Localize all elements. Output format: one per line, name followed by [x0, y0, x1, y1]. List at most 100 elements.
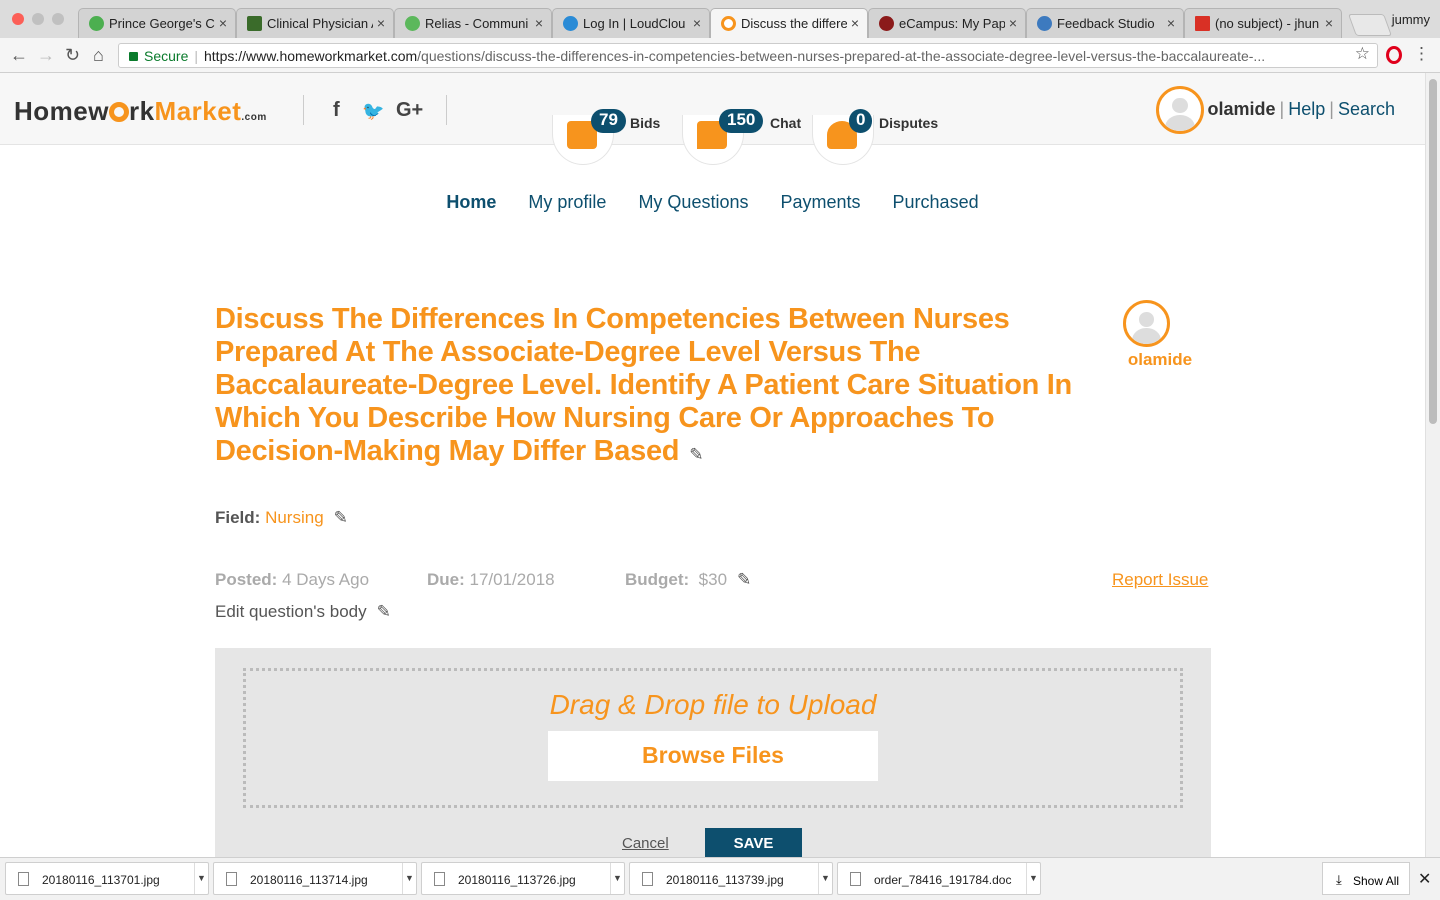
download-item[interactable]: 20180116_113701.jpg ▼	[5, 862, 209, 895]
author-avatar[interactable]	[1123, 300, 1170, 347]
file-icon	[642, 872, 653, 886]
chevron-down-icon[interactable]: ▼	[1026, 863, 1040, 894]
browser-tab[interactable]: Relias - Communi ×	[394, 8, 552, 38]
bids-count-badge: 79	[591, 109, 626, 133]
download-item[interactable]: order_78416_191784.doc ▼	[837, 862, 1041, 895]
download-item[interactable]: 20180116_113714.jpg ▼	[213, 862, 417, 895]
site-logo[interactable]: Homew rkMarket.com	[14, 96, 267, 127]
search-link[interactable]: Search	[1338, 99, 1395, 119]
edit-body-pencil-icon[interactable]: ✎	[377, 602, 391, 622]
browser-tab[interactable]: eCampus: My Pape ×	[868, 8, 1026, 38]
help-link[interactable]: Help	[1288, 99, 1325, 119]
budget-info: Budget: $30 ✎	[625, 570, 752, 590]
nav-home[interactable]: Home	[446, 192, 496, 213]
divider	[446, 95, 447, 125]
scrollbar-thumb[interactable]	[1429, 79, 1437, 424]
lock-icon	[129, 52, 138, 61]
user-avatar[interactable]	[1156, 86, 1204, 134]
chat-count-badge: 150	[719, 109, 764, 133]
edit-title-pencil-icon[interactable]: ✎	[689, 438, 703, 471]
username-link[interactable]: olamide	[1208, 99, 1276, 119]
divider	[303, 95, 304, 125]
browser-tab[interactable]: Prince George's C ×	[78, 8, 236, 38]
report-issue-link[interactable]: Report Issue	[1112, 570, 1208, 590]
logo-lifebuoy-icon	[108, 102, 129, 122]
back-icon[interactable]: ←	[10, 45, 28, 66]
edit-budget-pencil-icon[interactable]: ✎	[737, 570, 751, 590]
tab-favicon-icon	[879, 16, 894, 31]
tab-favicon-icon	[247, 16, 262, 31]
browser-toolbar: ← → ↻ ⌂ Secure | https://www.homeworkmarke…	[0, 38, 1440, 73]
close-window-button[interactable]	[12, 13, 24, 25]
chat-label[interactable]: Chat	[770, 115, 801, 131]
drop-zone-text: Drag & Drop file to Upload	[549, 689, 877, 720]
browser-menu-icon[interactable]: ⋮	[1413, 44, 1430, 64]
main-nav: Home My profile My Questions Payments Purcha…	[0, 192, 1425, 213]
page-scrollbar[interactable]	[1425, 73, 1440, 857]
tab-favicon-icon	[1195, 16, 1210, 31]
browser-tab[interactable]: Clinical Physician A ×	[236, 8, 394, 38]
close-tab-icon[interactable]: ×	[693, 15, 701, 31]
new-tab-button[interactable]	[1347, 14, 1393, 36]
chevron-down-icon[interactable]: ▼	[610, 863, 624, 894]
close-tab-icon[interactable]: ×	[1167, 15, 1175, 31]
file-icon	[434, 872, 445, 886]
edit-field-pencil-icon[interactable]: ✎	[334, 508, 348, 528]
file-drop-zone[interactable]: Drag & Drop file to Upload Browse Files	[243, 668, 1183, 808]
reload-icon[interactable]: ↻	[65, 45, 80, 66]
browser-profile-name[interactable]: jummy	[1392, 12, 1430, 27]
zoom-window-button[interactable]	[52, 13, 64, 25]
close-tab-icon[interactable]: ×	[1325, 15, 1333, 31]
edit-question-body[interactable]: Edit question's body ✎	[215, 602, 391, 622]
chevron-down-icon[interactable]: ▼	[818, 863, 832, 894]
tab-favicon-icon	[563, 16, 578, 31]
disputes-label[interactable]: Disputes	[879, 115, 938, 131]
nav-payments[interactable]: Payments	[780, 192, 860, 213]
browser-tab[interactable]: Feedback Studio ×	[1026, 8, 1184, 38]
user-links: olamide | Help | Search	[1207, 99, 1395, 119]
facebook-icon[interactable]: f	[333, 99, 340, 122]
downloads-bar: 20180116_113701.jpg ▼ 20180116_113714.jpg…	[0, 857, 1440, 900]
twitter-icon[interactable]: 🐦	[362, 101, 384, 122]
address-bar[interactable]: Secure | https://www.homeworkmarket.com/qu…	[118, 43, 1378, 68]
download-item[interactable]: 20180116_113726.jpg ▼	[421, 862, 625, 895]
posted-info: Posted: 4 Days Ago	[215, 570, 370, 589]
file-icon	[226, 872, 237, 886]
bids-label[interactable]: Bids	[630, 115, 660, 131]
close-tab-icon[interactable]: ×	[377, 15, 385, 31]
browser-tab-active[interactable]: Discuss the differe ×	[710, 8, 868, 38]
nav-my-questions[interactable]: My Questions	[638, 192, 748, 213]
browser-tab[interactable]: Log In | LoudClou ×	[552, 8, 710, 38]
field-value[interactable]: Nursing	[265, 508, 324, 527]
due-info: Due: 17/01/2018	[427, 570, 555, 589]
bookmark-star-icon[interactable]: ☆	[1355, 44, 1370, 64]
chevron-down-icon[interactable]: ▼	[402, 863, 416, 894]
save-button[interactable]: SAVE	[705, 828, 802, 858]
close-tab-icon[interactable]: ×	[1009, 15, 1017, 31]
site-header: Homew rkMarket.com f 🐦 G+ 79 Bids 150 Cha…	[0, 73, 1425, 165]
question-title: Discuss The Differences In Competencies …	[215, 303, 1095, 471]
close-tab-icon[interactable]: ×	[851, 15, 859, 31]
download-item[interactable]: 20180116_113739.jpg ▼	[629, 862, 833, 895]
close-downloads-icon[interactable]: ✕	[1418, 869, 1431, 889]
nav-purchased[interactable]: Purchased	[893, 192, 979, 213]
browser-tab-bar: Prince George's C × Clinical Physician A ×…	[0, 0, 1440, 38]
author-name[interactable]: olamide	[1118, 350, 1202, 370]
tab-favicon-icon	[89, 16, 104, 31]
minimize-window-button[interactable]	[32, 13, 44, 25]
cancel-link[interactable]: Cancel	[622, 835, 669, 852]
chevron-down-icon[interactable]: ▼	[194, 863, 208, 894]
opera-extension-icon[interactable]	[1386, 46, 1402, 64]
close-tab-icon[interactable]: ×	[535, 15, 543, 31]
home-icon[interactable]: ⌂	[93, 45, 104, 66]
upload-panel: Drag & Drop file to Upload Browse Files …	[215, 648, 1211, 868]
browse-files-button[interactable]: Browse Files	[548, 731, 878, 781]
tab-favicon-icon	[405, 16, 420, 31]
show-all-downloads-button[interactable]: ⤓ Show All	[1322, 862, 1410, 895]
forward-icon[interactable]: →	[37, 45, 55, 66]
file-icon	[850, 872, 861, 886]
nav-my-profile[interactable]: My profile	[528, 192, 606, 213]
close-tab-icon[interactable]: ×	[219, 15, 227, 31]
browser-tab[interactable]: (no subject) - jhun ×	[1184, 8, 1342, 38]
google-plus-icon[interactable]: G+	[396, 99, 423, 122]
